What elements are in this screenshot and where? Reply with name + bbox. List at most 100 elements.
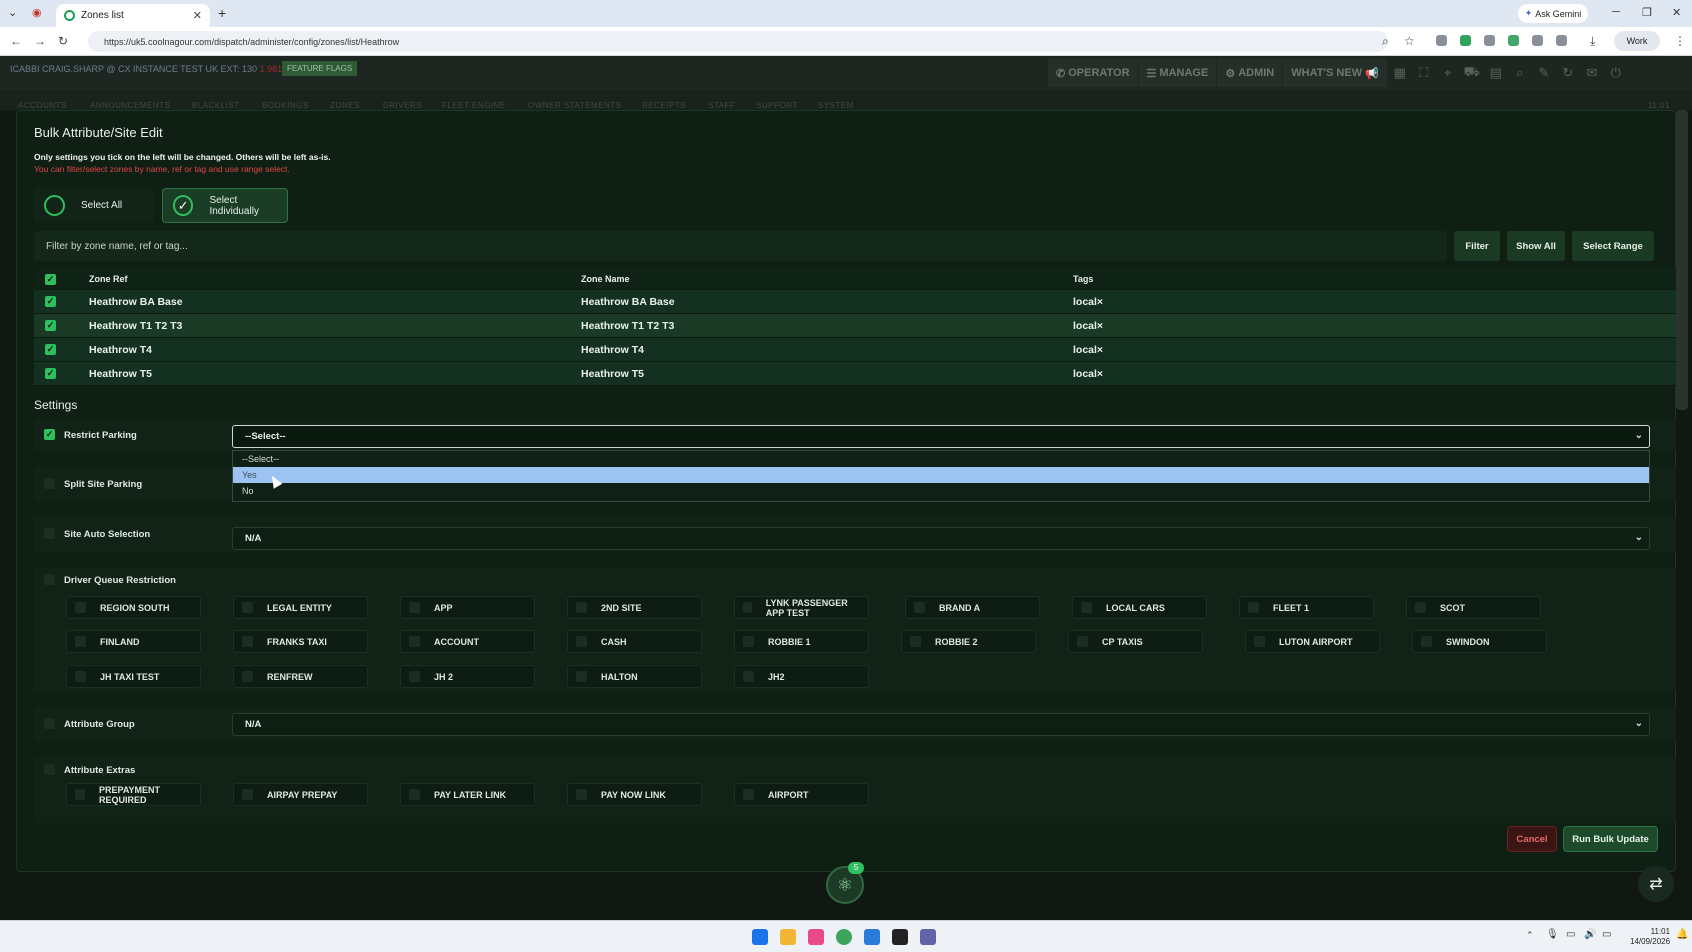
extras-tag[interactable]: PAY NOW LINK	[567, 783, 702, 806]
page-scrollbar[interactable]	[1676, 110, 1688, 410]
zone-tag[interactable]: local×	[1073, 296, 1103, 308]
profile-button[interactable]: Work	[1614, 31, 1660, 51]
tag-checkbox[interactable]	[743, 636, 754, 647]
subnav-staff[interactable]: STAFF	[708, 101, 735, 110]
queue-tag[interactable]: HALTON	[567, 665, 702, 688]
close-window-icon[interactable]: ✕	[1672, 6, 1681, 19]
swap-arrows-button[interactable]: ⇄	[1638, 866, 1674, 902]
subnav-support[interactable]: SUPPORT	[756, 101, 798, 110]
row-checkbox[interactable]: ✓	[45, 296, 56, 307]
chrome-icon[interactable]	[836, 929, 852, 945]
extras-tag[interactable]: AIRPAY PREPAY	[233, 783, 368, 806]
split-site-parking-checkbox[interactable]	[44, 478, 55, 489]
restrict-parking-select[interactable]: --Select-- ⌄	[232, 425, 1650, 448]
select-individually-button[interactable]: ✓ Select Individually	[162, 188, 288, 223]
queue-tag[interactable]: LYNK PASSENGER APP TEST	[734, 596, 869, 619]
attribute-group-checkbox[interactable]	[44, 718, 55, 729]
queue-tag[interactable]: ROBBIE 1	[734, 630, 869, 653]
network-icon[interactable]: ▭	[1566, 929, 1575, 940]
queue-tag[interactable]: SCOT	[1406, 596, 1541, 619]
queue-tag[interactable]: JH TAXI TEST	[66, 665, 201, 688]
tag-checkbox[interactable]	[242, 636, 253, 647]
row-checkbox[interactable]: ✓	[45, 368, 56, 379]
nav-admin[interactable]: ⚙ ADMIN	[1217, 59, 1283, 87]
cancel-button[interactable]: Cancel	[1507, 826, 1557, 852]
tag-checkbox[interactable]	[1421, 636, 1432, 647]
extras-tag[interactable]: PREPAYMENT REQUIRED	[66, 783, 201, 806]
tag-checkbox[interactable]	[242, 671, 253, 682]
menu-icon[interactable]: ⋮	[1674, 34, 1686, 48]
back-icon[interactable]: ←	[10, 34, 22, 48]
taskbar-clock[interactable]: 11:01 14/09/2026	[1630, 927, 1670, 947]
site-auto-selection-select[interactable]: N/A ⌄	[232, 527, 1650, 550]
dropdown-option-highlighted[interactable]: Yes	[233, 467, 1649, 483]
queue-tag[interactable]: FRANKS TAXI	[233, 630, 368, 653]
zone-tag[interactable]: local×	[1073, 344, 1103, 356]
ask-gemini-button[interactable]: ✦ Ask Gemini	[1518, 4, 1588, 23]
volume-icon[interactable]: 🔊	[1584, 929, 1596, 940]
queue-tag[interactable]: LEGAL ENTITY	[233, 596, 368, 619]
tag-checkbox[interactable]	[75, 671, 86, 682]
tab-search-icon[interactable]: ⌄	[8, 6, 17, 19]
queue-tag[interactable]: LUTON AIRPORT	[1245, 630, 1380, 653]
queue-tag[interactable]: CP TAXIS	[1068, 630, 1203, 653]
tag-checkbox[interactable]	[576, 636, 587, 647]
table-row[interactable]: ✓ Heathrow T4 Heathrow T4 local×	[34, 338, 1676, 362]
extensions-puzzle-icon[interactable]	[1556, 35, 1567, 46]
tag-checkbox[interactable]	[743, 671, 754, 682]
subnav-receipts[interactable]: RECEIPTS	[642, 101, 686, 110]
download-icon[interactable]: ⤓	[1590, 34, 1595, 49]
queue-tag[interactable]: FLEET 1	[1239, 596, 1374, 619]
refresh-icon[interactable]: ↻	[1556, 59, 1580, 87]
windows-start-icon[interactable]	[752, 929, 768, 945]
extension-icon[interactable]	[1436, 35, 1447, 46]
slack-icon[interactable]	[808, 929, 824, 945]
subnav-bookings[interactable]: BOOKINGS	[262, 101, 309, 110]
terminal-icon[interactable]	[892, 929, 908, 945]
nav-operator[interactable]: ✆ OPERATOR	[1048, 59, 1138, 87]
zone-tag[interactable]: local×	[1073, 368, 1103, 380]
search-icon[interactable]: ⌕	[1508, 59, 1532, 87]
new-tab-icon[interactable]: +	[218, 5, 226, 21]
select-all-zones-checkbox[interactable]: ✓	[45, 274, 56, 285]
queue-tag[interactable]: SWINDON	[1412, 630, 1547, 653]
tag-checkbox[interactable]	[75, 789, 85, 800]
select-range-button[interactable]: Select Range	[1572, 231, 1654, 261]
tag-checkbox[interactable]	[1248, 602, 1259, 613]
subnav-fleet-engine[interactable]: FLEET ENGINE	[442, 101, 506, 110]
extension-icon[interactable]	[1460, 35, 1471, 46]
tag-checkbox[interactable]	[743, 602, 752, 613]
tag-checkbox[interactable]	[576, 602, 587, 613]
zone-tag[interactable]: local×	[1073, 320, 1103, 332]
restrict-parking-checkbox[interactable]: ✓	[44, 429, 55, 440]
chat-icon[interactable]: ✉	[1580, 59, 1604, 87]
chart-icon[interactable]: ▦	[1388, 59, 1412, 87]
tag-checkbox[interactable]	[1254, 636, 1265, 647]
reload-icon[interactable]: ↻	[58, 34, 68, 48]
attribute-group-select[interactable]: N/A ⌄	[232, 713, 1650, 736]
tag-checkbox[interactable]	[743, 789, 754, 800]
record-icon[interactable]: ◉	[32, 6, 42, 19]
driver-queue-checkbox[interactable]	[44, 574, 55, 585]
tag-checkbox[interactable]	[914, 602, 925, 613]
minimize-icon[interactable]: ─	[1612, 6, 1620, 18]
tag-checkbox[interactable]	[576, 789, 587, 800]
bookmark-star-icon[interactable]: ☆	[1404, 34, 1415, 48]
row-checkbox[interactable]: ✓	[45, 320, 56, 331]
subnav-system[interactable]: SYSTEM	[818, 101, 854, 110]
tag-checkbox[interactable]	[409, 671, 420, 682]
dropdown-option[interactable]: No	[233, 483, 1649, 499]
filter-button[interactable]: Filter	[1454, 231, 1500, 261]
attribute-extras-checkbox[interactable]	[44, 764, 55, 775]
queue-tag[interactable]: 2ND SITE	[567, 596, 702, 619]
power-icon[interactable]: ⏻	[1604, 59, 1628, 87]
teams-icon[interactable]	[920, 929, 936, 945]
subnav-blacklist[interactable]: BLACKLIST	[192, 101, 240, 110]
map-icon[interactable]: ⌖	[1436, 59, 1460, 87]
dropdown-option[interactable]: --Select--	[233, 451, 1649, 467]
queue-tag[interactable]: APP	[400, 596, 535, 619]
tag-checkbox[interactable]	[75, 602, 86, 613]
row-checkbox[interactable]: ✓	[45, 344, 56, 355]
extras-tag[interactable]: AIRPORT	[734, 783, 869, 806]
vscode-icon[interactable]	[864, 929, 880, 945]
